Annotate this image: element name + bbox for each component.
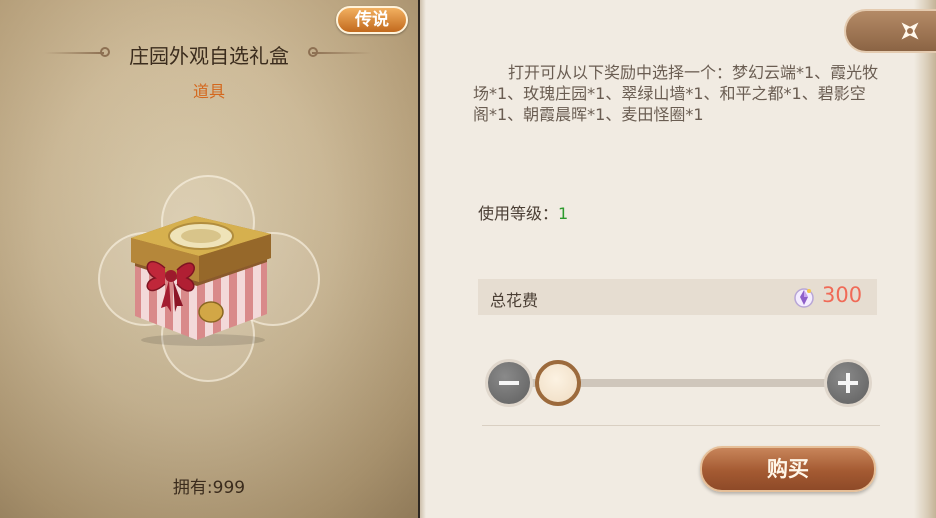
use-level: 使用等级：1 <box>478 200 568 224</box>
owned-count: 拥有:999 <box>172 478 246 498</box>
total-cost-bar: 总花费 300 <box>478 279 877 315</box>
minus-icon <box>499 381 519 385</box>
decrease-button[interactable] <box>485 359 533 407</box>
panel-edge-shadow <box>914 0 936 518</box>
item-category: 道具 <box>192 82 225 101</box>
quantity-slider-knob[interactable] <box>535 360 581 406</box>
rarity-badge: 传说 <box>336 6 408 34</box>
use-level-label: 使用等级： <box>478 204 559 223</box>
close-button[interactable] <box>844 9 936 53</box>
crystal-currency-icon <box>794 288 814 308</box>
total-cost-value: 300 <box>822 283 863 307</box>
purchase-dialog: 传说 庄园外观自选礼盒 道具 拥有:999 打开可从以下奖励中选择一个：梦幻云端… <box>0 0 936 518</box>
total-cost-label: 总花费 <box>490 291 539 310</box>
item-description: 打开可从以下奖励中选择一个：梦幻云端*1、霞光牧场*1、玫瑰庄园*1、翠绿山墙*… <box>473 63 879 124</box>
gift-box-icon <box>131 216 271 346</box>
increase-button[interactable] <box>824 359 872 407</box>
close-icon <box>901 22 919 40</box>
plus-icon <box>838 373 858 393</box>
use-level-value: 1 <box>558 204 569 223</box>
buy-button[interactable]: 购买 <box>700 446 876 492</box>
item-name: 庄园外观自选礼盒 <box>129 44 289 68</box>
divider-line <box>482 425 880 426</box>
